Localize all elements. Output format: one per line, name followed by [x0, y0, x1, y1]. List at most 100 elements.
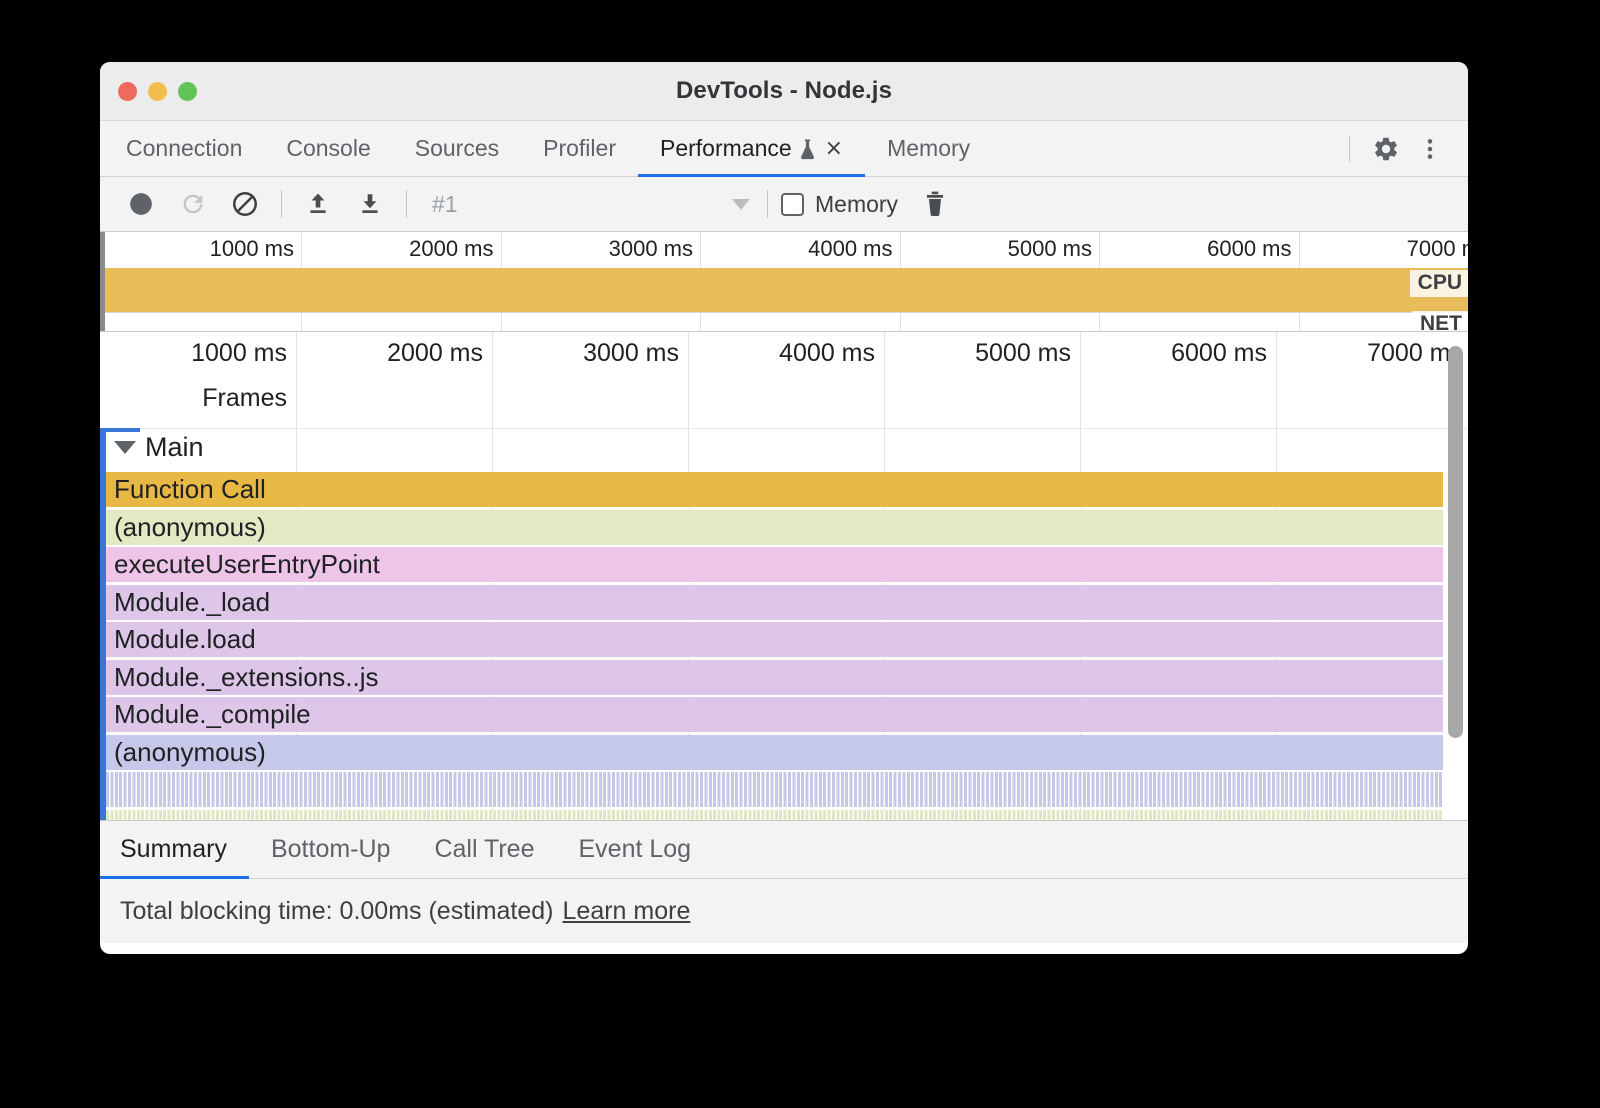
- tab-event-log[interactable]: Event Log: [557, 821, 714, 878]
- delete-recording-button[interactable]: [912, 184, 958, 224]
- reload-icon: [179, 190, 207, 218]
- flame-chart-row-label: executeUserEntryPoint: [106, 549, 380, 580]
- profile-selector[interactable]: #1: [420, 191, 760, 218]
- main-track-marker: [100, 428, 106, 820]
- flame-chart-row[interactable]: Module._compile: [106, 697, 1443, 733]
- upload-icon: [304, 190, 332, 218]
- panel-tabbar: Connection Console Sources Profiler Perf…: [100, 121, 1468, 177]
- load-profile-button[interactable]: [295, 184, 341, 224]
- record-button[interactable]: [118, 184, 164, 224]
- flame-tick-label: 2000 ms: [292, 339, 492, 368]
- flame-chart-row[interactable]: [106, 810, 1443, 822]
- main-track-marker-cap: [100, 428, 140, 432]
- tab-call-tree[interactable]: Call Tree: [412, 821, 556, 878]
- tab-connection[interactable]: Connection: [100, 121, 264, 176]
- tab-memory[interactable]: Memory: [865, 121, 992, 176]
- tab-console[interactable]: Console: [264, 121, 392, 176]
- main-track-title: Main: [145, 432, 204, 463]
- flame-tick-label: 4000 ms: [684, 339, 884, 368]
- tab-performance[interactable]: Performance ×: [638, 121, 865, 176]
- close-tab-icon[interactable]: ×: [825, 138, 843, 160]
- toolbar-divider-1: [281, 190, 282, 218]
- devtools-window: DevTools - Node.js Connection Console So…: [100, 62, 1468, 954]
- reload-and-record-button[interactable]: [170, 184, 216, 224]
- flame-chart-row-label: Module._load: [106, 587, 270, 618]
- tab-memory-label: Memory: [887, 135, 970, 162]
- main-track-header[interactable]: Main: [114, 432, 204, 463]
- details-tabbar: Summary Bottom-Up Call Tree Event Log: [100, 821, 1468, 879]
- flame-tick-label: 3000 ms: [488, 339, 688, 368]
- window-title: DevTools - Node.js: [100, 77, 1468, 105]
- window-titlebar: DevTools - Node.js: [100, 62, 1468, 121]
- tab-connection-label: Connection: [126, 135, 242, 162]
- flask-icon: [799, 138, 816, 160]
- tab-bottom-up-label: Bottom-Up: [271, 835, 390, 864]
- performance-toolbar: #1 Memory: [100, 177, 1468, 232]
- overview-tick-label: 2000 ms: [321, 236, 501, 262]
- flame-chart-row[interactable]: Function Call: [106, 472, 1443, 508]
- overview-tick-label: 5000 ms: [919, 236, 1099, 262]
- flame-chart[interactable]: 1000 ms2000 ms3000 ms4000 ms5000 ms6000 …: [100, 332, 1468, 821]
- total-blocking-time-text: Total blocking time: 0.00ms (estimated): [120, 897, 554, 926]
- memory-checkbox-label: Memory: [815, 191, 898, 218]
- overview-net-label: NET: [1412, 311, 1468, 332]
- tab-console-label: Console: [286, 135, 370, 162]
- overview-tick-label: 4000 ms: [720, 236, 900, 262]
- learn-more-link[interactable]: Learn more: [563, 897, 691, 926]
- flame-chart-row-label: Module.load: [106, 624, 256, 655]
- overview-tick-label: 7000 ms: [1318, 236, 1468, 262]
- toolbar-divider-3: [767, 190, 768, 218]
- flame-chart-ruler: 1000 ms2000 ms3000 ms4000 ms5000 ms6000 …: [100, 332, 1468, 386]
- flame-chart-row-label: (anonymous): [106, 512, 266, 543]
- tab-sources-label: Sources: [415, 135, 499, 162]
- tab-profiler[interactable]: Profiler: [521, 121, 638, 176]
- settings-button[interactable]: [1366, 129, 1406, 169]
- trash-icon: [922, 190, 948, 218]
- frames-track-label: Frames: [100, 384, 296, 413]
- tabbar-spacer: [992, 121, 1337, 176]
- toolbar-divider-2: [406, 190, 407, 218]
- flame-tick-label: 7000 ms: [1272, 339, 1468, 368]
- more-options-button[interactable]: [1410, 129, 1450, 169]
- memory-checkbox-row[interactable]: Memory: [781, 191, 898, 218]
- flame-chart-row[interactable]: Module._extensions..js: [106, 660, 1443, 696]
- flame-chart-row[interactable]: (anonymous): [106, 510, 1443, 546]
- tab-event-log-label: Event Log: [579, 835, 692, 864]
- tab-summary-label: Summary: [120, 835, 227, 864]
- flame-chart-row[interactable]: Module._load: [106, 585, 1443, 621]
- memory-checkbox[interactable]: [781, 193, 804, 216]
- tab-bottom-up[interactable]: Bottom-Up: [249, 821, 412, 878]
- kebab-menu-icon: [1417, 136, 1443, 162]
- timeline-overview[interactable]: 1000 ms2000 ms3000 ms4000 ms5000 ms6000 …: [100, 232, 1468, 332]
- chevron-down-icon[interactable]: [114, 441, 136, 454]
- overview-tick-label: 6000 ms: [1119, 236, 1299, 262]
- flame-chart-scrollbar[interactable]: [1448, 346, 1463, 738]
- flame-chart-row[interactable]: (anonymous): [106, 735, 1443, 771]
- tab-profiler-label: Profiler: [543, 135, 616, 162]
- gear-icon: [1372, 135, 1400, 163]
- overview-window-left-handle[interactable]: [100, 232, 105, 331]
- flame-chart-row-label: Module._extensions..js: [106, 662, 378, 693]
- chevron-down-icon: [732, 199, 750, 210]
- flame-chart-row-label: Function Call: [106, 474, 266, 505]
- frames-divider: [100, 428, 1468, 429]
- save-profile-button[interactable]: [347, 184, 393, 224]
- flame-chart-row-label: Module._compile: [106, 699, 311, 730]
- flame-chart-row[interactable]: [106, 772, 1443, 808]
- overview-cpu-track: [100, 268, 1468, 312]
- overview-tick-label: 3000 ms: [520, 236, 700, 262]
- flame-chart-row-label: (anonymous): [106, 737, 266, 768]
- clear-button[interactable]: [222, 184, 268, 224]
- tabbar-divider: [1349, 136, 1350, 162]
- summary-status-bar: Total blocking time: 0.00ms (estimated) …: [100, 879, 1468, 943]
- profile-selector-value: #1: [432, 191, 458, 218]
- flame-chart-row[interactable]: executeUserEntryPoint: [106, 547, 1443, 583]
- tab-performance-label: Performance: [660, 135, 792, 162]
- flame-chart-row[interactable]: Module.load: [106, 622, 1443, 658]
- download-icon: [356, 190, 384, 218]
- tab-sources[interactable]: Sources: [393, 121, 521, 176]
- tabbar-actions: [1337, 121, 1468, 176]
- tab-summary[interactable]: Summary: [100, 821, 249, 878]
- overview-cpu-label: CPU: [1410, 270, 1468, 297]
- clear-circle-slash-icon: [231, 190, 259, 218]
